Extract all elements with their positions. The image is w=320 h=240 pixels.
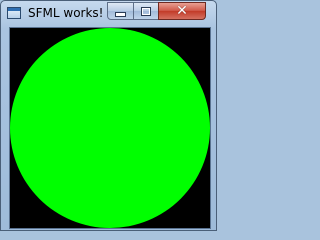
maximize-icon	[141, 6, 151, 16]
close-button[interactable]: ✕	[158, 2, 206, 20]
minimize-icon	[115, 11, 126, 17]
app-icon[interactable]	[7, 7, 21, 19]
green-circle	[10, 28, 210, 228]
maximize-button[interactable]	[133, 2, 159, 20]
render-canvas[interactable]	[9, 27, 211, 229]
app-window: SFML works! ✕	[0, 0, 217, 231]
close-icon: ✕	[176, 3, 188, 19]
minimize-button[interactable]	[107, 2, 134, 20]
title-bar[interactable]: SFML works! ✕	[1, 1, 216, 27]
window-title: SFML works!	[28, 6, 104, 20]
